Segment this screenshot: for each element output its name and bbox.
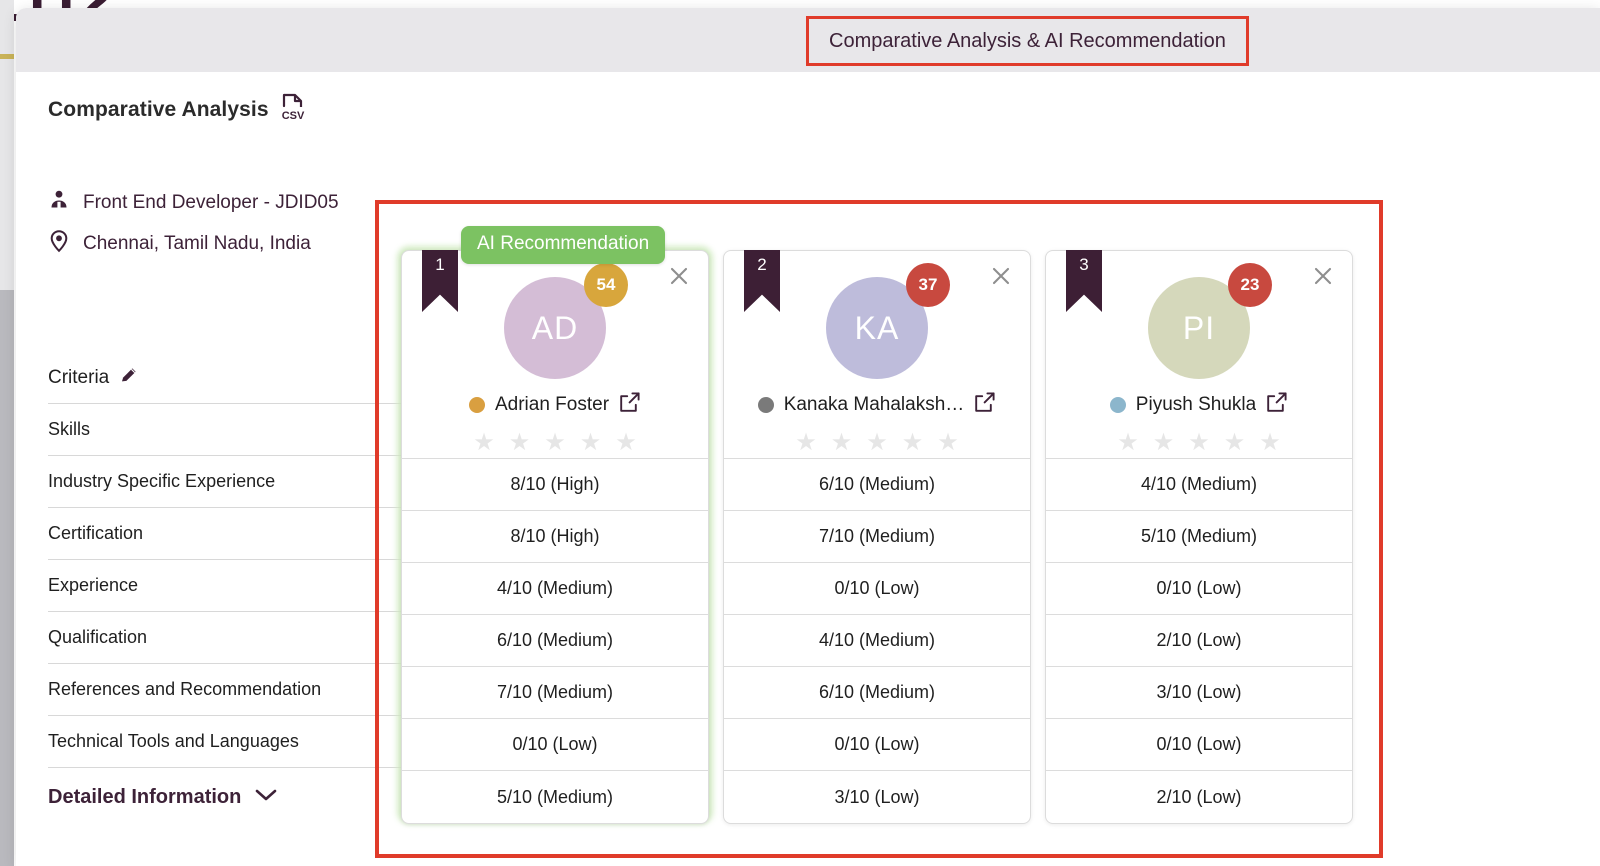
star-icon[interactable]: ★ — [580, 431, 602, 455]
star-icon[interactable]: ★ — [1224, 431, 1246, 455]
score-cell: 2/10 (Low) — [1156, 786, 1242, 807]
candidate-name: Adrian Foster — [494, 393, 610, 415]
background-left-accent — [0, 54, 14, 59]
modal-title: Comparative Analysis & AI Recommendation — [829, 29, 1226, 52]
location-pin-icon — [48, 229, 70, 258]
candidate-name-row: Piyush Shukla — [1046, 391, 1352, 418]
criteria-row: Experience — [48, 560, 408, 612]
criteria-row: Qualification — [48, 612, 408, 664]
score-badge: 23 — [1228, 263, 1272, 307]
criteria-row: Skills — [48, 404, 408, 456]
score-cell: 3/10 (Low) — [834, 786, 920, 807]
location-text: Chennai, Tamil Nadu, India — [83, 232, 311, 254]
modal-body: Comparative Analysis CSV Front End Devel… — [16, 72, 1600, 866]
criteria-row: Certification — [48, 508, 408, 560]
job-role-icon — [48, 189, 70, 216]
criteria-row: Industry Specific Experience — [48, 456, 408, 508]
ai-recommendation-badge: AI Recommendation — [461, 226, 666, 264]
star-icon[interactable]: ★ — [473, 431, 495, 455]
job-role-text: Front End Developer - JDID05 — [83, 191, 339, 213]
score-badge: 54 — [584, 263, 628, 307]
candidate-card-header: 3 PI 23 Piyush Shukla ★ ★ ★ ★ ★ — [1046, 250, 1352, 459]
criteria-header: Criteria — [48, 352, 408, 404]
detailed-information-label: Detailed Information — [48, 786, 242, 808]
external-link-icon[interactable] — [619, 391, 641, 418]
screen-root: 2112 Comparative Analysis & AI Recommend… — [0, 0, 1600, 866]
location-row: Chennai, Tamil Nadu, India — [48, 229, 311, 258]
star-icon[interactable]: ★ — [615, 431, 637, 455]
score-cell: 8/10 (High) — [402, 459, 708, 511]
score-cell: 0/10 (Low) — [1046, 719, 1352, 771]
star-icon[interactable]: ★ — [1153, 431, 1175, 455]
score-cell: 3/10 (Low) — [1046, 667, 1352, 719]
star-icon[interactable]: ★ — [795, 431, 817, 455]
criteria-column: Criteria Skills Industry Specific Experi… — [48, 352, 408, 768]
score-cell: 6/10 (Medium) — [724, 667, 1030, 719]
status-dot — [757, 396, 774, 413]
score-cell: 6/10 (Medium) — [724, 459, 1030, 511]
star-rating[interactable]: ★ ★ ★ ★ ★ — [724, 431, 1030, 455]
criteria-row: Technical Tools and Languages — [48, 716, 408, 768]
external-link-icon[interactable] — [1266, 391, 1288, 418]
status-dot — [1109, 396, 1126, 413]
close-icon[interactable] — [988, 263, 1014, 289]
page-scrollbar[interactable] — [0, 290, 14, 866]
score-cell: 8/10 (High) — [402, 511, 708, 563]
criteria-row: References and Recommendation — [48, 664, 408, 716]
comparative-analysis-modal: Comparative Analysis & AI Recommendation… — [16, 8, 1600, 866]
criteria-header-label: Criteria — [48, 366, 110, 388]
job-role-row: Front End Developer - JDID05 — [48, 189, 339, 216]
star-icon[interactable]: ★ — [937, 431, 959, 455]
star-icon[interactable]: ★ — [866, 431, 888, 455]
svg-text:CSV: CSV — [281, 110, 304, 122]
candidate-cards-area: AI Recommendation 1 AD 54 Adrian Foster … — [379, 204, 1379, 854]
modal-title-highlight: Comparative Analysis & AI Recommendation — [806, 16, 1249, 66]
star-icon[interactable]: ★ — [902, 431, 924, 455]
csv-download-icon[interactable]: CSV — [279, 92, 307, 127]
candidate-card[interactable]: 3 PI 23 Piyush Shukla ★ ★ ★ ★ ★ 4/10 (Me… — [1045, 250, 1353, 824]
score-cell: 5/10 (Medium) — [1046, 511, 1352, 563]
star-icon[interactable]: ★ — [509, 431, 531, 455]
score-cell: 7/10 (Medium) — [402, 667, 708, 719]
score-cell: 4/10 (Medium) — [724, 615, 1030, 667]
chevron-down-icon[interactable] — [254, 787, 278, 808]
score-badge: 37 — [906, 263, 950, 307]
external-link-icon[interactable] — [974, 391, 996, 418]
modal-header: Comparative Analysis & AI Recommendation — [16, 8, 1600, 72]
pencil-edit-icon[interactable] — [119, 365, 139, 390]
star-rating[interactable]: ★ ★ ★ ★ ★ — [402, 431, 708, 455]
close-icon[interactable] — [1310, 263, 1336, 289]
score-cell: 0/10 (Low) — [402, 719, 708, 771]
star-icon[interactable]: ★ — [544, 431, 566, 455]
star-icon[interactable]: ★ — [1259, 431, 1281, 455]
score-cell: 2/10 (Low) — [1046, 615, 1352, 667]
page-title: Comparative Analysis — [48, 97, 269, 121]
star-icon[interactable]: ★ — [831, 431, 853, 455]
candidate-card-header: 2 KA 37 Kanaka Mahalaksh… ★ ★ ★ ★ ★ — [724, 250, 1030, 459]
candidate-card-header: 1 AD 54 Adrian Foster ★ ★ ★ ★ ★ — [402, 250, 708, 459]
status-dot — [468, 396, 485, 413]
candidate-name-row: Adrian Foster — [402, 391, 708, 418]
score-cell: 6/10 (Medium) — [402, 615, 708, 667]
star-icon[interactable]: ★ — [1188, 431, 1210, 455]
star-rating[interactable]: ★ ★ ★ ★ ★ — [1046, 431, 1352, 455]
score-cell: 5/10 (Medium) — [496, 786, 614, 807]
score-cell: 4/10 (Medium) — [1046, 459, 1352, 511]
score-cell: 0/10 (Low) — [724, 563, 1030, 615]
star-icon[interactable]: ★ — [1117, 431, 1139, 455]
close-icon[interactable] — [666, 263, 692, 289]
candidate-name: Kanaka Mahalaksh… — [783, 393, 965, 415]
score-cell: 7/10 (Medium) — [724, 511, 1030, 563]
candidate-name-row: Kanaka Mahalaksh… — [724, 391, 1030, 418]
score-cell: 0/10 (Low) — [1046, 563, 1352, 615]
detailed-information-toggle[interactable]: Detailed Information — [48, 786, 278, 809]
score-cell: 0/10 (Low) — [724, 719, 1030, 771]
candidate-name: Piyush Shukla — [1135, 393, 1257, 415]
score-cell: 4/10 (Medium) — [402, 563, 708, 615]
candidate-card[interactable]: 2 KA 37 Kanaka Mahalaksh… ★ ★ ★ ★ ★ 6/10… — [723, 250, 1031, 824]
candidate-card[interactable]: 1 AD 54 Adrian Foster ★ ★ ★ ★ ★ 8/10 (Hi… — [401, 250, 709, 824]
section-header: Comparative Analysis CSV — [48, 92, 307, 127]
